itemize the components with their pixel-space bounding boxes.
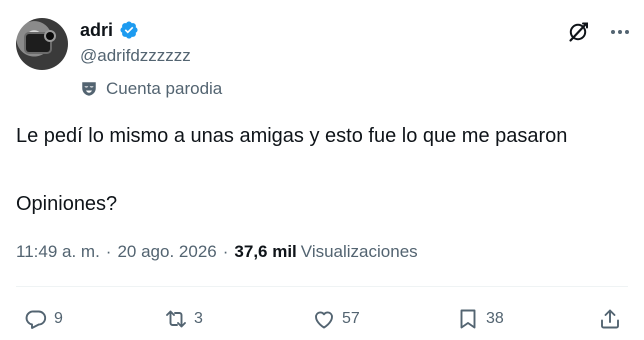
bookmark-count: 38 xyxy=(486,310,504,327)
tweet-date[interactable]: 20 ago. 2026 xyxy=(117,242,216,262)
retweet-button[interactable]: 3 xyxy=(164,303,203,335)
bookmark-icon xyxy=(460,309,476,329)
reply-button[interactable]: 9 xyxy=(24,303,63,335)
grok-icon[interactable] xyxy=(566,20,590,44)
reply-icon xyxy=(25,310,47,329)
tweet-card: adri @adrifdzzzzzz Cuenta parodia Le ped… xyxy=(0,0,644,340)
tweet-text: Le pedí lo mismo a unas amigas y esto fu… xyxy=(16,122,628,218)
parody-mask-icon xyxy=(80,80,98,98)
parody-label-row: Cuenta parodia xyxy=(80,78,222,100)
tweet-time[interactable]: 11:49 a. m. xyxy=(16,242,100,262)
bookmark-button[interactable]: 38 xyxy=(456,303,504,335)
views-label: Visualizaciones xyxy=(300,242,418,261)
like-icon xyxy=(315,311,333,329)
author-handle[interactable]: @adrifdzzzzzz xyxy=(80,45,191,67)
verified-badge-icon xyxy=(119,20,139,40)
retweet-count: 3 xyxy=(194,310,203,327)
tweet-text-line: Le pedí lo mismo a unas amigas y esto fu… xyxy=(16,125,568,147)
views-count: 37,6 mil xyxy=(234,242,297,261)
meta-separator: · xyxy=(222,242,229,261)
avatar[interactable] xyxy=(16,18,68,70)
like-count: 57 xyxy=(342,310,360,327)
like-button[interactable]: 57 xyxy=(312,303,360,335)
tweet-text-gap xyxy=(16,150,628,190)
divider xyxy=(16,286,628,287)
meta-separator: · xyxy=(105,242,112,261)
tweet-text-line: Opiniones? xyxy=(16,193,118,215)
retweet-icon xyxy=(166,310,186,328)
tweet-meta: 11:49 a. m. · 20 ago. 2026 · 37,6 mil Vi… xyxy=(16,239,418,265)
more-icon[interactable] xyxy=(608,20,632,44)
author-name-row: adri xyxy=(80,18,139,42)
parody-label-text: Cuenta parodia xyxy=(106,79,223,98)
share-icon xyxy=(601,309,619,329)
tweet-top-actions xyxy=(566,20,632,44)
tweet-action-bar: 9 3 57 38 xyxy=(0,303,644,335)
share-button[interactable] xyxy=(598,303,622,335)
reply-count: 9 xyxy=(54,310,63,327)
avatar-lens-shape xyxy=(46,32,54,40)
author-display-name[interactable]: adri xyxy=(80,18,113,42)
